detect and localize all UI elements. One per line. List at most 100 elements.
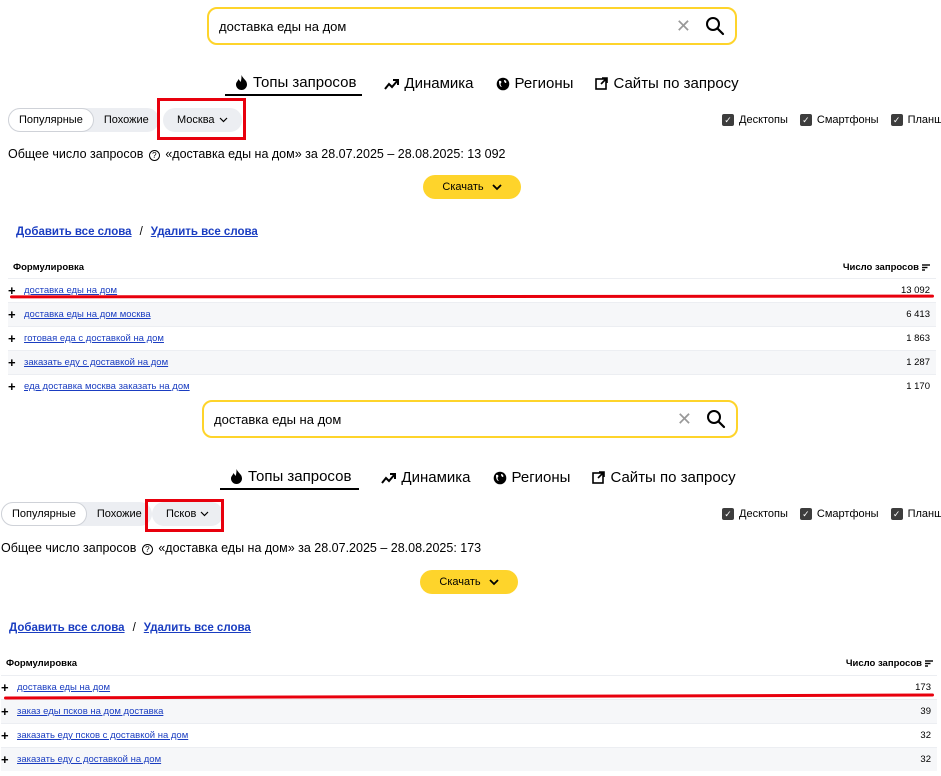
add-all-link[interactable]: Добавить все слова	[16, 226, 132, 238]
globe-icon	[496, 77, 509, 90]
clear-icon[interactable]: ✕	[676, 17, 691, 35]
mode-popular[interactable]: Популярные	[8, 108, 94, 132]
query-count: 32	[920, 730, 931, 741]
checkbox-checked-icon[interactable]: ✓	[890, 508, 903, 520]
phrase-link[interactable]: готовая еда с доставкой на дом	[24, 333, 164, 344]
col-count[interactable]: Число запросов	[843, 262, 930, 273]
add-phrase-icon[interactable]: +	[8, 331, 16, 346]
checkbox-checked-icon[interactable]: ✓	[890, 114, 903, 126]
query-count: 6 413	[906, 309, 930, 320]
device-filters: ✓Десктопы ✓Смартфоны ✓Планшеты	[722, 508, 941, 520]
tab-sites[interactable]: Сайты по запросу	[592, 469, 736, 489]
tabs: Топы запросов Динамика Регионы Сайты по …	[220, 468, 736, 490]
help-icon[interactable]: ?	[141, 544, 153, 555]
add-phrase-icon[interactable]: +	[1, 680, 9, 695]
search-box[interactable]: доставка еды на дом ✕	[202, 400, 738, 438]
panel-moscow: доставка еды на дом ✕ Топы запросов Дина…	[0, 0, 941, 395]
highlight-box	[145, 499, 224, 532]
add-phrase-icon[interactable]: +	[8, 355, 16, 370]
table-row: + заказать еду псков с доставкой на дом 32	[1, 723, 937, 747]
results-table: + доставка еды на дом 173 + заказ еды псков …	[1, 675, 937, 771]
download-button[interactable]: Скачать	[420, 570, 518, 594]
tab-label: Сайты по запросу	[610, 469, 736, 486]
search-input[interactable]: доставка еды на дом	[214, 412, 677, 427]
query-count: 39	[920, 706, 931, 717]
tab-top-queries[interactable]: Топы запросов	[225, 74, 363, 96]
checkbox-checked-icon[interactable]: ✓	[722, 508, 734, 520]
search-icon[interactable]	[706, 409, 726, 429]
download-button[interactable]: Скачать	[423, 175, 521, 199]
mode-similar[interactable]: Похожие	[94, 108, 159, 132]
tab-sites[interactable]: Сайты по запросу	[595, 75, 739, 95]
add-phrase-icon[interactable]: +	[1, 704, 9, 719]
tab-label: Динамика	[404, 75, 474, 92]
device-tablet[interactable]: ✓Планшеты	[890, 114, 941, 126]
col-phrase: Формулировка	[13, 262, 85, 273]
device-phone[interactable]: ✓ Смартфоны	[799, 508, 879, 520]
search-box[interactable]: доставка еды на дом ✕	[207, 7, 737, 45]
clear-icon[interactable]: ✕	[677, 410, 692, 428]
phrase-link[interactable]: заказать еду псков с доставкой на дом	[17, 730, 188, 741]
add-phrase-icon[interactable]: +	[8, 379, 16, 394]
external-link-icon	[592, 471, 606, 484]
help-icon[interactable]: ?	[148, 150, 160, 161]
tab-dynamics[interactable]: Динамика	[384, 75, 474, 95]
add-phrase-icon[interactable]: +	[1, 752, 9, 767]
phrase-link[interactable]: заказ еды псков на дом доставка	[17, 706, 163, 717]
table-row: + готовая еда с доставкой на дом 1 863	[8, 326, 936, 350]
remove-all-link[interactable]: Удалить все слова	[144, 622, 251, 634]
checkbox-checked-icon[interactable]: ✓	[799, 114, 812, 126]
panel-pskov: доставка еды на дом ✕ Топы запросов Дина…	[0, 395, 941, 776]
checkbox-checked-icon[interactable]: ✓	[799, 508, 812, 520]
tab-label: Топы запросов	[248, 468, 352, 485]
chevron-down-icon	[491, 183, 502, 190]
query-count: 1 287	[906, 357, 930, 368]
device-filters: ✓Десктопы ✓Смартфоны ✓Планшеты	[722, 114, 941, 126]
mode-switch: Популярные Похожие	[1, 502, 152, 526]
globe-icon	[493, 471, 506, 484]
mode-similar[interactable]: Похожие	[87, 502, 152, 526]
phrase-link[interactable]: еда доставка москва заказать на дом	[24, 381, 190, 392]
col-phrase: Формулировка	[6, 658, 78, 669]
fire-icon	[236, 75, 247, 90]
mode-switch: Популярные Похожие	[8, 108, 159, 132]
table-row: + заказ еды псков на дом доставка 39	[1, 699, 937, 723]
remove-all-link[interactable]: Удалить все слова	[151, 226, 258, 238]
table-header: Формулировка Число запросов	[6, 658, 933, 669]
search-icon[interactable]	[705, 16, 725, 36]
search-input[interactable]: доставка еды на дом	[219, 19, 676, 34]
add-phrase-icon[interactable]: +	[8, 307, 16, 322]
add-all-link[interactable]: Добавить все слова	[9, 622, 125, 634]
bulk-actions: Добавить все слова / Удалить все слова	[9, 622, 251, 634]
tab-regions[interactable]: Регионы	[496, 75, 573, 95]
add-phrase-icon[interactable]: +	[1, 728, 9, 743]
checkbox-checked-icon[interactable]: ✓	[722, 114, 734, 126]
phrase-link[interactable]: доставка еды на дом москва	[24, 309, 151, 320]
tab-label: Регионы	[511, 469, 571, 486]
device-desktop[interactable]: ✓ Десктопы	[722, 508, 788, 520]
tab-regions[interactable]: Регионы	[493, 469, 571, 489]
device-phone[interactable]: ✓ Смартфоны	[799, 114, 879, 126]
tab-label: Сайты по запросу	[613, 75, 739, 92]
mode-popular[interactable]: Популярные	[1, 502, 87, 526]
sort-icon[interactable]	[922, 264, 930, 271]
query-count: 1 170	[906, 381, 930, 392]
sort-icon[interactable]	[925, 660, 933, 667]
tab-dynamics[interactable]: Динамика	[381, 469, 471, 489]
table-row: + заказать еду с доставкой на дом 32	[1, 747, 937, 771]
phrase-link[interactable]: заказать еду с доставкой на дом	[24, 357, 168, 368]
phrase-link[interactable]: доставка еды на дом	[17, 682, 110, 693]
external-link-icon	[595, 77, 609, 90]
device-desktop[interactable]: ✓ Десктопы	[722, 114, 788, 126]
bulk-actions: Добавить все слова / Удалить все слова	[16, 226, 258, 238]
tab-top-queries[interactable]: Топы запросов	[220, 468, 360, 490]
col-count[interactable]: Число запросов	[846, 658, 933, 669]
tabs: Топы запросов Динамика Регионы Сайты по …	[225, 74, 739, 96]
fire-icon	[231, 469, 242, 484]
device-tablet[interactable]: ✓Планшеты	[890, 508, 941, 520]
phrase-link[interactable]: заказать еду с доставкой на дом	[17, 754, 161, 765]
table-row: + доставка еды на дом 13 092	[8, 278, 936, 302]
query-count: 1 863	[906, 333, 930, 344]
highlight-box	[157, 98, 246, 140]
table-row: + заказать еду с доставкой на дом 1 287	[8, 350, 936, 374]
